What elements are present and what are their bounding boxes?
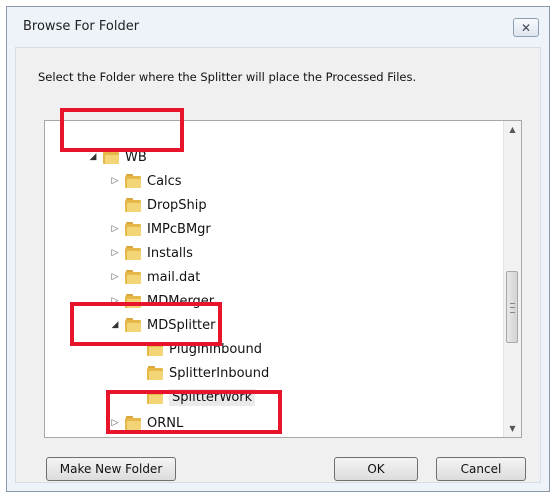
tree-item-label: PlugInInbound [169, 341, 263, 357]
folder-icon [147, 390, 163, 404]
folder-icon [125, 318, 141, 332]
tree-item-label: SplitterInbound [169, 365, 270, 381]
vertical-scrollbar[interactable]: ▲ ▼ [503, 121, 521, 437]
tree-item-splitterinbound[interactable]: SplitterInbound [131, 361, 269, 385]
folder-icon [103, 150, 119, 164]
expanded-arrow-icon[interactable]: ◢ [109, 320, 121, 330]
collapsed-arrow-icon[interactable]: ▷ [109, 418, 121, 428]
ok-button[interactable]: OK [334, 457, 418, 481]
scrollbar-thumb[interactable] [506, 271, 518, 343]
folder-tree[interactable]: ◢ WB ▷ Calcs DropShip ▷ IMPcBMgr ▷ Insta… [44, 120, 522, 438]
tree-item-ornl[interactable]: ▷ ORNL [109, 411, 184, 435]
tree-item-label: ORNL [147, 415, 184, 431]
make-new-folder-button[interactable]: Make New Folder [46, 457, 176, 481]
collapsed-arrow-icon[interactable]: ▷ [109, 296, 121, 306]
scroll-up-button[interactable]: ▲ [504, 121, 521, 138]
folder-icon [125, 174, 141, 188]
collapsed-arrow-icon[interactable]: ▷ [109, 176, 121, 186]
tree-item-label: MDSplitter [147, 317, 216, 333]
folder-icon [125, 222, 141, 236]
scroll-up-icon: ▲ [509, 125, 516, 134]
folder-icon [147, 366, 163, 380]
dialog-title: Browse For Folder [23, 19, 140, 34]
folder-icon [125, 270, 141, 284]
close-icon: ✕ [520, 20, 532, 35]
folder-icon [125, 416, 141, 430]
folder-icon [125, 198, 141, 212]
collapsed-arrow-icon[interactable]: ▷ [109, 224, 121, 234]
tree-item-label: mail.dat [147, 269, 201, 285]
folder-icon [125, 294, 141, 308]
tree-item-mail-dat[interactable]: ▷ mail.dat [109, 265, 201, 289]
tree-item-label: Installs [147, 245, 193, 261]
scroll-down-button[interactable]: ▼ [504, 420, 521, 437]
instruction-text: Select the Folder where the Splitter wil… [38, 70, 417, 84]
tree-item-splitterwork[interactable]: SplitterWork [131, 385, 256, 409]
dialog-body: Select the Folder where the Splitter wil… [15, 47, 541, 483]
tree-item-label: WB [125, 149, 147, 165]
tree-item-installs[interactable]: ▷ Installs [109, 241, 193, 265]
collapsed-arrow-icon[interactable]: ▷ [109, 248, 121, 258]
tree-item-label: Calcs [147, 173, 182, 189]
title-bar: Browse For Folder ✕ [7, 7, 549, 47]
close-button[interactable]: ✕ [513, 18, 539, 37]
tree-item-mdsplitter[interactable]: ◢ MDSplitter [109, 313, 216, 337]
expanded-arrow-icon[interactable]: ◢ [87, 152, 99, 162]
tree-item-label: DropShip [147, 197, 207, 213]
grip-icon [510, 303, 515, 313]
tree-item-label: SplitterWork [169, 388, 256, 406]
scroll-down-icon: ▼ [509, 424, 516, 433]
folder-icon [147, 342, 163, 356]
cancel-button[interactable]: Cancel [436, 457, 526, 481]
browse-for-folder-dialog: Browse For Folder ✕ Select the Folder wh… [6, 6, 550, 492]
tree-item-dropship[interactable]: DropShip [109, 193, 207, 217]
tree-item-mdmerger[interactable]: ▷ MDMerger [109, 289, 215, 313]
tree-item-impcbmgr[interactable]: ▷ IMPcBMgr [109, 217, 211, 241]
collapsed-arrow-icon[interactable]: ▷ [109, 272, 121, 282]
tree-item-label: MDMerger [147, 293, 215, 309]
tree-item-label: IMPcBMgr [147, 221, 211, 237]
tree-item-wb[interactable]: ◢ WB [87, 145, 147, 169]
tree-item-calcs[interactable]: ▷ Calcs [109, 169, 182, 193]
tree-item-pluginin bound[interactable]: PlugInInbound [131, 337, 262, 361]
folder-icon [125, 246, 141, 260]
